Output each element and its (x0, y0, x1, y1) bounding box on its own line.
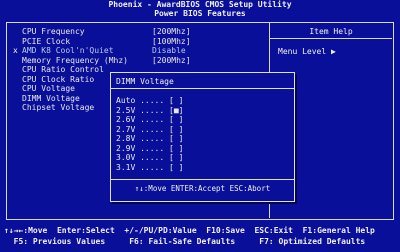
option-3-1v[interactable]: 3.1V ..... [ ] (116, 163, 183, 173)
bios-title: Phoenix - AwardBIOS CMOS Setup Utility (108, 0, 292, 9)
menu-level-text: Menu Level ▶ (278, 47, 336, 56)
dialog-key-hints: ↑↓:Move ENTER:Accept ESC:Abort (134, 184, 271, 193)
menu-item-label: Chipset Voltage (22, 103, 95, 112)
option-2-6v[interactable]: 2.6V ..... [ ] (116, 115, 183, 125)
option-checkbox: [ ] (169, 143, 184, 153)
menu-item-label: Memory Frequency (Mhz) (22, 55, 128, 65)
menu-item-label: AMD K8 Cool'n'Quiet (22, 46, 114, 55)
item-help-title: Item Help (309, 27, 353, 36)
menu-item-value: Disable (152, 46, 186, 55)
option-auto[interactable]: Auto ..... [ ] (116, 96, 183, 106)
dialog-footer-divider (111, 179, 294, 180)
menu-item-value: [200Mhz] (152, 55, 191, 65)
page-title: Power BIOS Features (154, 9, 246, 18)
option-3-0v[interactable]: 3.0V ..... [ ] (116, 153, 183, 163)
key-hints-line-2: F5: Previous Values F6: Fail-Safe Defaul… (4, 237, 366, 246)
menu-item-label: CPU Frequency (22, 27, 85, 36)
option-checkbox: [ ] (169, 115, 184, 124)
option-2-8v[interactable]: 2.8V ..... [ ] (116, 134, 183, 144)
menu-item-label: DIMM Voltage (22, 93, 80, 103)
dimm-voltage-dialog: DIMM Voltage Auto ..... [ ] 2.5V ..... [… (110, 72, 295, 202)
help-divider (270, 38, 392, 39)
option-2-7v[interactable]: 2.7V ..... [ ] (116, 125, 183, 135)
dialog-divider (111, 88, 294, 89)
option-2-9v[interactable]: 2.9V ..... [ ] (116, 144, 183, 154)
option-checkbox: [ ] (169, 96, 184, 105)
option-2-5v[interactable]: 2.5V ..... [■] (116, 106, 183, 116)
menu-item-label: CPU Voltage (22, 84, 75, 93)
option-checkbox: [ ] (169, 134, 184, 143)
option-checkbox: [ ] (169, 162, 184, 172)
disabled-marker: x (13, 46, 18, 55)
dialog-title: DIMM Voltage (116, 77, 174, 86)
voltage-options: Auto ..... [ ] 2.5V ..... [■] 2.6V .....… (116, 96, 183, 172)
menu-item-value: [200Mhz] (152, 27, 191, 36)
menu-item-label: PCIE Clock (22, 36, 71, 46)
menu-item-value: [100Mhz] (152, 36, 191, 46)
menu-item-label: CPU Ratio Control (22, 65, 104, 74)
option-checkbox-selected: [■] (169, 105, 184, 115)
menu-item-label: CPU Clock Ratio (22, 74, 95, 84)
key-hints-line-1: ↑↓→←:Move Enter:Select +/-/PU/PD:Value F… (4, 226, 375, 235)
option-checkbox: [ ] (169, 153, 184, 162)
option-checkbox: [ ] (169, 124, 184, 134)
